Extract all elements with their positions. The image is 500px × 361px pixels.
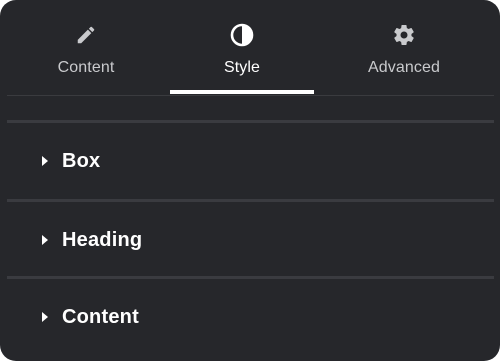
tab-style[interactable]: Style <box>170 0 314 96</box>
tab-content[interactable]: Content <box>0 0 172 96</box>
tab-advanced-label: Advanced <box>368 59 440 76</box>
caret-right-icon <box>42 156 48 166</box>
tab-style-label: Style <box>223 59 261 76</box>
section-title: Content <box>62 305 139 328</box>
tabs-divider <box>7 95 494 96</box>
pencil-icon <box>73 22 99 48</box>
editor-panel: Content Style Advanced Box Heading Conte… <box>0 0 500 361</box>
caret-right-icon <box>42 312 48 322</box>
tab-advanced[interactable]: Advanced <box>318 0 490 96</box>
section-content[interactable]: Content <box>7 279 494 355</box>
active-tab-indicator <box>170 90 314 94</box>
tab-bar: Content Style Advanced <box>0 0 500 96</box>
gear-icon <box>391 22 417 48</box>
tab-content-label: Content <box>57 59 115 76</box>
contrast-icon <box>229 22 255 48</box>
section-heading[interactable]: Heading <box>7 202 494 278</box>
section-title: Box <box>62 149 101 172</box>
section-title: Heading <box>62 228 143 251</box>
caret-right-icon <box>42 235 48 245</box>
section-box[interactable]: Box <box>7 123 494 199</box>
